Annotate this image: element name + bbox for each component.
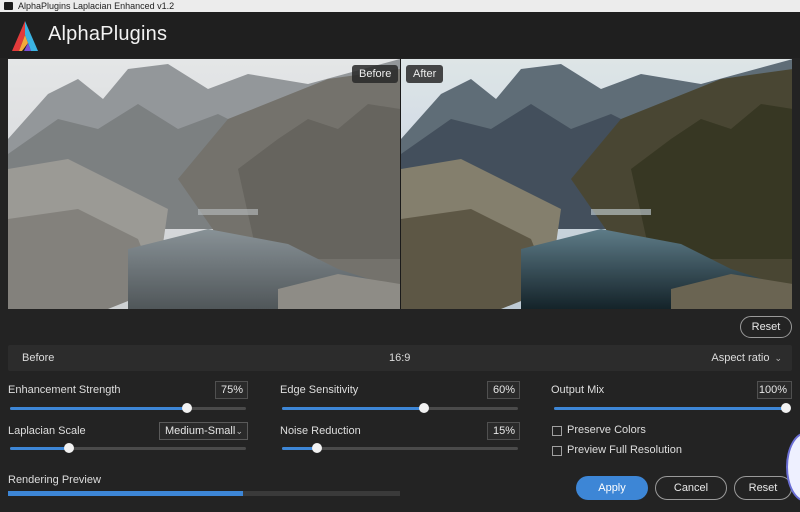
after-image: [401, 59, 792, 309]
before-image: [8, 59, 400, 309]
laplacian-scale-label: Laplacian Scale: [8, 425, 86, 437]
window-titlebar: AlphaPlugins Laplacian Enhanced v1.2: [0, 0, 800, 12]
laplacian-scale-dropdown[interactable]: Medium-Small ⌄: [159, 422, 248, 440]
chevron-down-icon: ⌄: [235, 426, 243, 436]
output-mix-value[interactable]: 100%: [757, 381, 792, 399]
laplacian-scale-selected: Medium-Small: [165, 425, 236, 437]
edge-sensitivity-label: Edge Sensitivity: [280, 384, 359, 396]
slider-thumb[interactable]: [182, 403, 192, 413]
slider-fill: [282, 407, 424, 410]
noise-reduction-label: Noise Reduction: [280, 425, 361, 437]
edge-sensitivity-value[interactable]: 60%: [487, 381, 520, 399]
window-title: AlphaPlugins Laplacian Enhanced v1.2: [18, 1, 175, 11]
preview-full-resolution-checkbox[interactable]: [552, 446, 562, 456]
before-tag: Before: [352, 65, 399, 83]
preserve-colors-label: Preserve Colors: [567, 424, 646, 436]
slider-thumb[interactable]: [418, 403, 429, 413]
compare-divider[interactable]: [400, 59, 401, 309]
noise-reduction-value[interactable]: 15%: [487, 422, 520, 440]
slider-thumb[interactable]: [781, 403, 791, 413]
rendering-progress-fill: [8, 491, 244, 496]
slider-fill: [554, 407, 786, 410]
slider-thumb[interactable]: [312, 443, 323, 453]
preview-full-resolution-label: Preview Full Resolution: [567, 444, 682, 456]
preview-reset-button[interactable]: Reset: [740, 316, 792, 338]
app-header: AlphaPlugins: [0, 12, 800, 58]
cancel-button[interactable]: Cancel: [655, 476, 727, 500]
noise-reduction-slider[interactable]: [282, 443, 518, 453]
output-mix-label: Output Mix: [551, 384, 605, 396]
after-tag: After: [406, 65, 444, 83]
slider-thumb[interactable]: [64, 443, 74, 453]
enhancement-strength-label: Enhancement Strength: [8, 384, 121, 396]
apply-button[interactable]: Apply: [576, 476, 648, 500]
rendering-progress-bar: [8, 491, 400, 496]
enhancement-strength-slider[interactable]: [10, 403, 246, 413]
compare-ratio-bar: Before 16:9 Aspect ratio ⌄: [8, 345, 792, 371]
laplacian-scale-slider[interactable]: [10, 443, 246, 453]
brand-name: AlphaPlugins: [48, 23, 168, 45]
image-preview: Before After: [8, 59, 792, 309]
rendering-preview-label: Rendering Preview: [8, 474, 101, 486]
aspect-ratio-label: Aspect ratio: [711, 352, 770, 364]
app-icon: [4, 2, 13, 10]
slider-fill: [10, 407, 187, 410]
aspect-ratio-dropdown[interactable]: Aspect ratio ⌄: [711, 352, 782, 364]
slider-fill: [10, 447, 69, 450]
chevron-down-icon: ⌄: [774, 353, 782, 363]
reset-button[interactable]: Reset: [734, 476, 792, 500]
enhancement-strength-value[interactable]: 75%: [215, 381, 248, 399]
output-mix-slider[interactable]: [554, 403, 791, 413]
alphaplugins-logo-icon: [12, 21, 38, 51]
edge-sensitivity-slider[interactable]: [282, 403, 518, 413]
compare-mode-label[interactable]: Before: [22, 352, 54, 364]
preserve-colors-checkbox[interactable]: [552, 426, 562, 436]
aspect-ratio-value: 16:9: [389, 352, 411, 364]
